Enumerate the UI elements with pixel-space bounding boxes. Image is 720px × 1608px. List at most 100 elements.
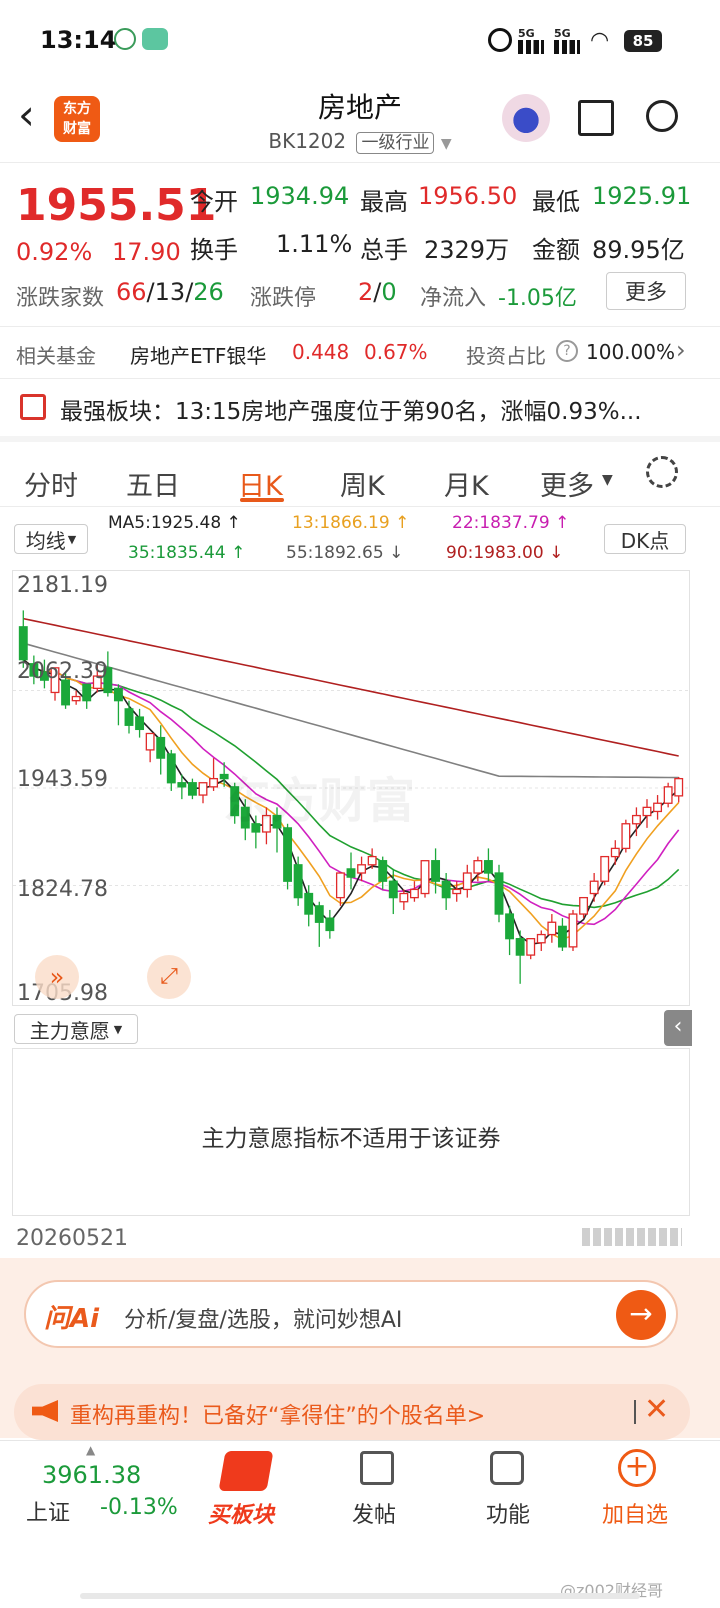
- candle: [367, 855, 377, 866]
- nav-function[interactable]: 功能: [486, 1497, 530, 1529]
- candle: [600, 855, 610, 882]
- up-count: 66: [116, 278, 147, 306]
- indicator-selector[interactable]: 主力意愿 ▼: [14, 1014, 138, 1044]
- expand-left-button[interactable]: »: [35, 955, 79, 999]
- ma22-label: 22:1837.79 ↑: [452, 513, 570, 533]
- status-bar: 13:14 5G 5G ◠ 85: [0, 0, 720, 80]
- ma90-label: 90:1983.00 ↓: [446, 543, 564, 563]
- tab-active-underline: [240, 498, 284, 502]
- candle: [420, 860, 430, 895]
- candle: [642, 806, 652, 817]
- current-price: 1955.51: [16, 180, 217, 231]
- search-icon[interactable]: [646, 100, 678, 132]
- buy-sector-icon[interactable]: [218, 1451, 274, 1491]
- help-icon: ?: [556, 340, 578, 362]
- candle: [304, 892, 314, 915]
- kline-chart[interactable]: 东方财富 2181.19 2062.39 1943.59 1824.78 170…: [12, 570, 690, 1006]
- scroll-indicator: [582, 1228, 682, 1246]
- notice-bar[interactable]: 重构再重构！已备好“拿得住”的个股名单> ✕: [14, 1384, 690, 1440]
- fund-name: 房地产ETF银华: [130, 344, 267, 368]
- post-edit-icon[interactable]: [360, 1451, 394, 1485]
- candle: [441, 880, 451, 899]
- candle: [557, 925, 567, 948]
- more-button[interactable]: 更多: [606, 272, 686, 310]
- ai-avatar-icon[interactable]: [502, 94, 550, 142]
- indicator-message: 主力意愿指标不适用于该证券: [201, 1126, 501, 1152]
- rank-icon: [20, 394, 46, 420]
- index-value[interactable]: 3961.38: [42, 1461, 141, 1489]
- ratio-label: 投资占比: [466, 344, 546, 368]
- limit-label: 涨跌停: [250, 286, 317, 311]
- fund-price: 0.448: [292, 340, 350, 364]
- tab-weekly-k[interactable]: 周K: [340, 464, 385, 503]
- flat-count: 13: [154, 278, 186, 306]
- nav-post[interactable]: 发帖: [352, 1497, 396, 1529]
- collapse-side-button[interactable]: ‹: [664, 1010, 692, 1046]
- candle: [209, 777, 219, 788]
- app-notify-icon: [114, 28, 136, 50]
- candle: [505, 913, 515, 940]
- status-time: 13:14: [40, 26, 117, 54]
- fullscreen-button[interactable]: ⤢: [147, 955, 191, 999]
- close-icon[interactable]: ✕: [644, 1392, 669, 1427]
- down-count: 26: [193, 278, 224, 306]
- fund-label: 相关基金: [16, 344, 96, 368]
- open-value: 1934.94: [250, 182, 350, 210]
- high-value: 1956.50: [418, 182, 518, 210]
- candle: [399, 892, 409, 903]
- volume-label: 总手: [360, 236, 408, 264]
- ytick-0: 2181.19: [17, 573, 108, 598]
- candle: [452, 888, 462, 895]
- ratio-value: 100.00%: [586, 340, 675, 364]
- send-arrow-button[interactable]: →: [616, 1290, 666, 1340]
- fund-row[interactable]: 相关基金 房地产ETF银华 0.448 0.67% 投资占比 ? 100.00%…: [0, 326, 720, 378]
- tab-monthly-k[interactable]: 月K: [444, 464, 489, 503]
- add-watch-icon[interactable]: +: [618, 1449, 656, 1487]
- function-grid-icon[interactable]: [490, 1451, 524, 1485]
- candle: [663, 786, 673, 804]
- index-name[interactable]: 上证: [26, 1495, 70, 1527]
- caret-down-icon: ▼: [602, 472, 613, 488]
- candle: [473, 860, 483, 874]
- network-label-1: 5G: [518, 27, 535, 40]
- updown-label: 涨跌家数: [16, 286, 105, 311]
- nav-buy-sector[interactable]: 买板块: [208, 1497, 274, 1529]
- app-screen: { "status_bar": {"time": "13:14", "batte…: [0, 0, 720, 1608]
- candle: [610, 847, 620, 858]
- nav-add-watch[interactable]: 加自选: [602, 1497, 668, 1529]
- settings-gear-icon[interactable]: [646, 456, 678, 488]
- ma5-label: MA5:1925.48 ↑: [108, 513, 241, 533]
- ai-input[interactable]: 问Ai 分析/复盘/选股，就问妙想AI →: [24, 1280, 678, 1348]
- tab-intraday[interactable]: 分时: [24, 464, 78, 503]
- candle: [82, 683, 92, 702]
- candle: [124, 708, 134, 726]
- alarm-icon: [488, 28, 512, 52]
- industry-tag[interactable]: 一级行业: [356, 132, 435, 154]
- index-pct[interactable]: -0.13%: [100, 1495, 178, 1520]
- change-value: 17.90: [112, 238, 181, 266]
- tab-5day[interactable]: 五日: [126, 464, 180, 503]
- ai-placeholder: 分析/复盘/选股，就问妙想AI: [124, 1308, 403, 1333]
- share-icon[interactable]: [578, 100, 614, 136]
- ma-selector[interactable]: 均线 ▼: [14, 524, 88, 554]
- ytick-1: 2062.39: [17, 659, 108, 684]
- tab-more[interactable]: 更多: [540, 464, 594, 503]
- candle: [177, 782, 187, 788]
- strongest-sector-banner[interactable]: 最强板块：13:15房地产强度位于第90名，涨幅0.93%...: [0, 378, 720, 436]
- caret-icon-2: ▼: [113, 1022, 123, 1036]
- candle: [357, 864, 367, 874]
- battery-indicator: 85: [624, 30, 662, 52]
- low-value: 1925.91: [592, 182, 692, 210]
- candle: [621, 823, 631, 850]
- candle: [579, 896, 589, 915]
- dk-point-button[interactable]: DK点: [604, 524, 686, 554]
- gesture-bar: [80, 1593, 640, 1599]
- turnover-label: 换手: [190, 236, 238, 264]
- quote-panel: 1955.51 0.92% 17.90 今开 1934.94 最高 1956.5…: [0, 162, 720, 322]
- app-notify-icon-2: [142, 28, 168, 50]
- candle: [283, 827, 293, 882]
- notice-divider: [634, 1400, 636, 1424]
- candle: [631, 814, 641, 825]
- updown-counts: 66/13/26: [116, 278, 224, 306]
- limit-down: 0: [381, 278, 397, 306]
